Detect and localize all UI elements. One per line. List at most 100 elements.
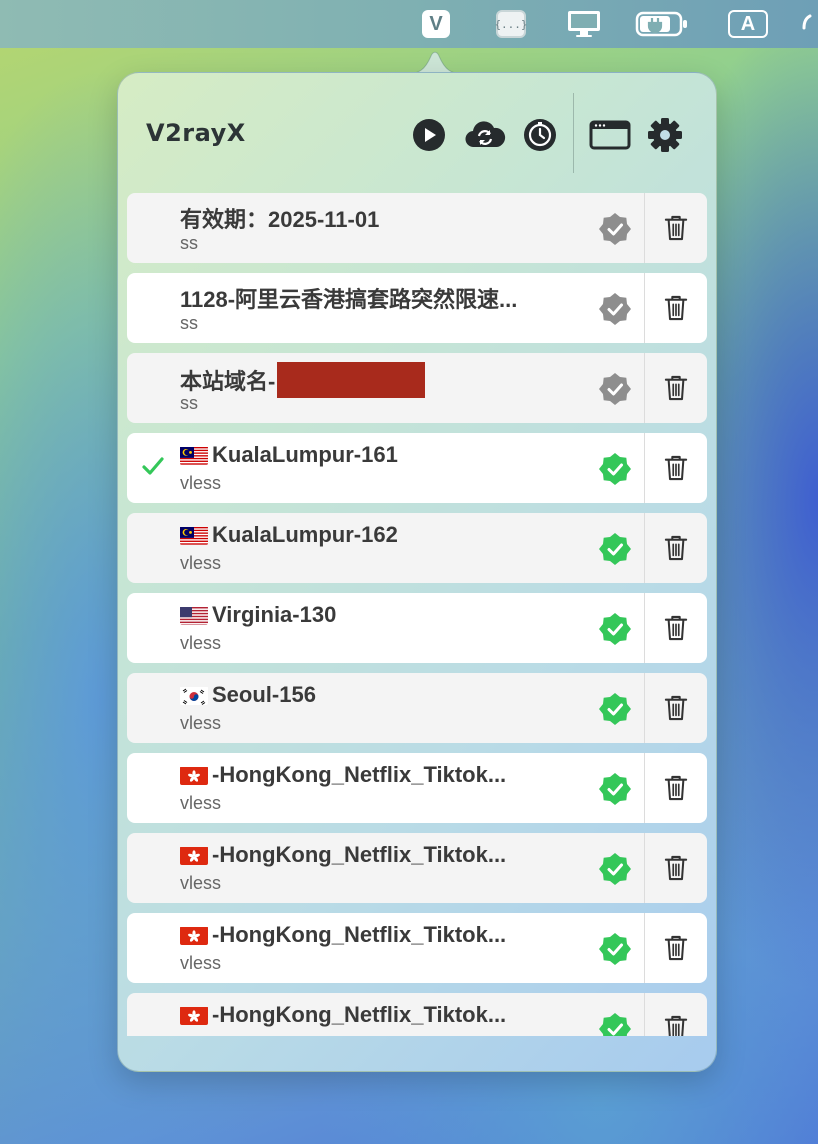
server-row[interactable]: -HongKong_Netflix_Tiktok... [127, 993, 707, 1036]
server-protocol: vless [180, 553, 222, 573]
verified-badge-icon [599, 213, 631, 245]
flag-hk-icon [180, 926, 208, 945]
trash-icon [664, 294, 688, 322]
json-menubar-icon[interactable]: {...} [494, 8, 528, 40]
server-name-text: KualaLumpur-161 [212, 442, 398, 467]
delete-server-button[interactable] [645, 913, 707, 983]
open-window-button[interactable] [588, 117, 632, 153]
server-protocol: ss [180, 313, 198, 333]
server-name: Virginia-130 [180, 602, 336, 628]
server-protocol: vless [180, 633, 222, 653]
trash-icon [664, 1014, 688, 1036]
trash-icon [664, 454, 688, 482]
verified-badge-icon [599, 693, 631, 725]
server-select-area[interactable]: -HongKong_Netflix_Tiktok... vless [127, 913, 644, 983]
subscription-update-button[interactable] [464, 117, 506, 153]
server-name: KualaLumpur-161 [180, 442, 398, 468]
verified-badge-icon [599, 853, 631, 885]
server-select-area[interactable]: Seoul-156 vless [127, 673, 644, 743]
server-select-area[interactable]: 1128-阿里云香港搞套路突然限速... ss [127, 273, 644, 343]
delete-server-button[interactable] [645, 433, 707, 503]
input-source-icon[interactable]: A [726, 8, 770, 40]
delete-server-button[interactable] [645, 273, 707, 343]
delete-server-button[interactable] [645, 593, 707, 663]
flag-hk-icon [180, 846, 208, 865]
delete-server-button[interactable] [645, 993, 707, 1036]
display-icon[interactable] [564, 8, 604, 40]
trash-icon [664, 934, 688, 962]
flag-hk-icon [180, 1006, 208, 1025]
server-protocol: ss [180, 233, 198, 253]
popover-arrow [405, 51, 465, 74]
server-select-area[interactable]: 有效期：2025-11-01 ss [127, 193, 644, 263]
server-name: -HongKong_Netflix_Tiktok... [180, 922, 506, 948]
delete-server-button[interactable] [645, 193, 707, 263]
server-select-area[interactable]: KualaLumpur-162 vless [127, 513, 644, 583]
delete-server-button[interactable] [645, 753, 707, 823]
server-row[interactable]: Seoul-156 vless [127, 673, 707, 743]
server-select-area[interactable]: KualaLumpur-161 vless [127, 433, 644, 503]
battery-icon[interactable] [634, 8, 690, 40]
server-name-text: Seoul-156 [212, 682, 316, 707]
verified-badge-icon [599, 773, 631, 805]
delete-server-button[interactable] [645, 513, 707, 583]
play-button[interactable] [411, 117, 447, 153]
server-list[interactable]: 有效期：2025-11-01 ss 1128-阿里云香港搞套路突然限速... ss 本站… [127, 193, 707, 1036]
server-row[interactable]: -HongKong_Netflix_Tiktok...vless [127, 753, 707, 823]
server-protocol: ss [180, 393, 198, 413]
server-name-text: 有效期：2025-11-01 [180, 207, 380, 232]
verified-badge-icon [599, 373, 631, 405]
toolbar-divider [573, 93, 574, 173]
server-protocol: vless [180, 873, 222, 893]
server-name-text: -HongKong_Netflix_Tiktok... [212, 1002, 507, 1027]
delete-server-button[interactable] [645, 833, 707, 903]
server-name: KualaLumpur-162 [180, 522, 398, 548]
server-row[interactable]: -HongKong_Netflix_Tiktok... vless [127, 913, 707, 983]
server-protocol: vless [180, 793, 222, 813]
server-protocol: vless [180, 713, 222, 733]
server-name-text: -HongKong_Netflix_Tiktok... [212, 922, 507, 947]
more-status-icon[interactable] [800, 8, 818, 40]
v2rayx-menubar-icon[interactable]: V [421, 8, 451, 40]
menu-bar: V {...} A [0, 0, 818, 48]
json-menubar-label: {...} [494, 10, 528, 38]
server-select-area[interactable]: 本站域名-ss [127, 353, 644, 423]
verified-badge-icon [599, 293, 631, 325]
server-row[interactable]: KualaLumpur-162 vless [127, 513, 707, 583]
server-select-area[interactable]: -HongKong_Netflix_Tiktok...vless [127, 753, 644, 823]
selected-checkmark-icon [140, 453, 166, 479]
server-name: -HongKong_Netflix_Tiktok... [180, 762, 506, 788]
delete-server-button[interactable] [645, 673, 707, 743]
server-name: Seoul-156 [180, 682, 316, 708]
server-row[interactable]: Virginia-130 vless [127, 593, 707, 663]
server-row[interactable]: 1128-阿里云香港搞套路突然限速... ss [127, 273, 707, 343]
server-name-text: -HongKong_Netflix_Tiktok... [212, 842, 507, 867]
latency-test-button[interactable] [522, 117, 558, 153]
verified-badge-icon [599, 933, 631, 965]
trash-icon [664, 774, 688, 802]
server-select-area[interactable]: -HongKong_Netflix_Tiktok... [127, 993, 644, 1036]
flag-hk-icon [180, 766, 208, 785]
server-select-area[interactable]: -HongKong_Netflix_Tiktok...vless [127, 833, 644, 903]
verified-badge-icon [599, 613, 631, 645]
input-source-label: A [728, 10, 768, 38]
server-name-text: -HongKong_Netflix_Tiktok... [212, 762, 507, 787]
server-name: -HongKong_Netflix_Tiktok... [180, 842, 506, 868]
verified-badge-icon [599, 533, 631, 565]
server-row[interactable]: 有效期：2025-11-01 ss [127, 193, 707, 263]
delete-server-button[interactable] [645, 353, 707, 423]
server-row[interactable]: -HongKong_Netflix_Tiktok...vless [127, 833, 707, 903]
v2rayx-menubar-label: V [422, 10, 450, 38]
server-name: 1128-阿里云香港搞套路突然限速... [180, 282, 517, 314]
server-name: 有效期：2025-11-01 [180, 202, 379, 234]
server-select-area[interactable]: Virginia-130 vless [127, 593, 644, 663]
server-name-text: Virginia-130 [212, 602, 337, 627]
server-name-text: KualaLumpur-162 [212, 522, 398, 547]
settings-button[interactable] [647, 117, 683, 153]
trash-icon [664, 214, 688, 242]
server-row[interactable]: KualaLumpur-161 vless [127, 433, 707, 503]
trash-icon [664, 854, 688, 882]
app-title: V2rayX [146, 119, 246, 147]
trash-icon [664, 694, 688, 722]
server-row[interactable]: 本站域名-ss [127, 353, 707, 423]
